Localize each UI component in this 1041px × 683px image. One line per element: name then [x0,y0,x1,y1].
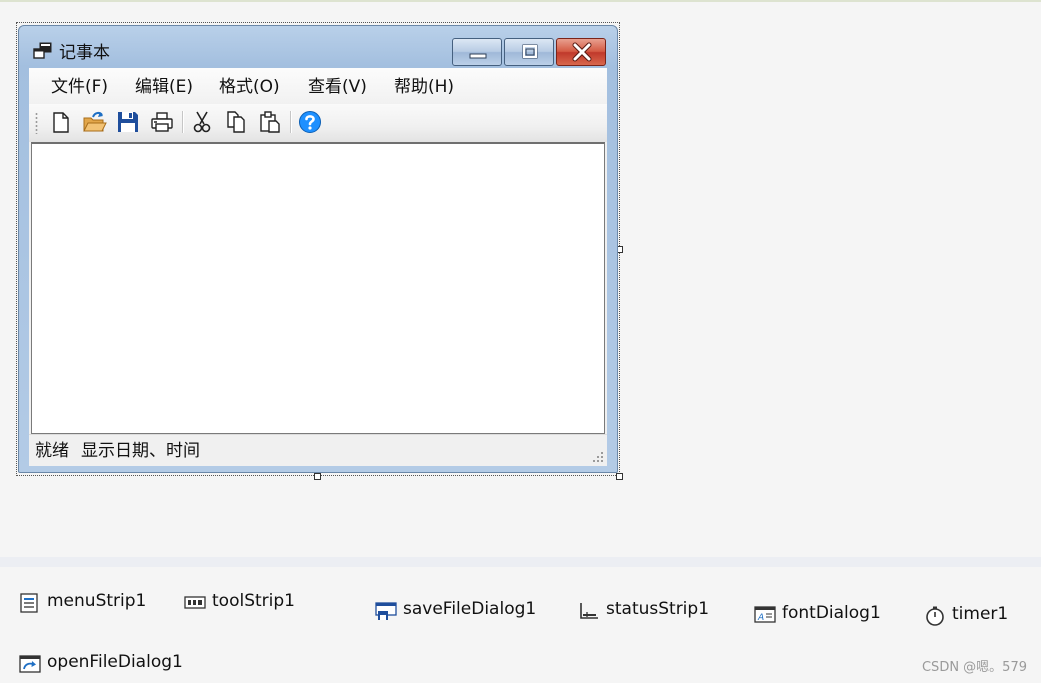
save-icon [118,112,138,132]
maximize-button[interactable] [504,38,554,66]
minimize-button[interactable] [452,38,502,66]
status-strip: 就绪 显示日期、时间 [29,434,607,466]
notepad-text-area[interactable] [31,142,605,434]
savefiledialog-icon [375,602,397,620]
menustrip-icon [20,593,38,613]
toolstrip-icon [184,596,206,609]
cut-button[interactable] [189,109,215,135]
component-label: openFileDialog1 [47,652,183,672]
menu-file[interactable]: 文件(F) [51,77,108,97]
tray-separator [0,557,1041,567]
new-file-button[interactable] [47,109,73,135]
component-label: saveFileDialog1 [403,599,537,619]
statusstrip-icon [580,603,598,619]
tool-strip [29,104,607,142]
paste-button[interactable] [257,109,283,135]
toolstrip-grip[interactable] [35,112,38,134]
save-file-button[interactable] [115,109,141,135]
form-app-icon [33,42,52,59]
timer-icon [926,606,944,626]
open-folder-icon [83,111,107,132]
component-label: menuStrip1 [47,591,147,611]
fontdialog-icon: A [754,606,776,623]
notepad-form-window[interactable]: 记事本 文件(F) 编辑(E) 格式(O) 查看(V) 帮助(H) 就绪 显示日… [18,25,618,473]
resize-handle-bottom[interactable] [314,473,321,480]
print-button[interactable] [149,109,175,135]
openfiledialog-icon [19,655,41,673]
copy-icon [227,111,245,133]
component-label: toolStrip1 [212,591,295,611]
size-grip-icon[interactable] [592,451,604,463]
help-button[interactable] [297,109,323,135]
component-label: fontDialog1 [782,603,881,623]
toolbar-separator [182,111,184,133]
form-client-area: 文件(F) 编辑(E) 格式(O) 查看(V) 帮助(H) 就绪 显示日期、时间 [29,68,607,466]
paste-icon [260,111,280,133]
status-ready-label: 就绪 [35,441,69,461]
menu-help[interactable]: 帮助(H) [394,77,454,97]
close-button[interactable] [556,38,606,66]
close-icon [572,42,592,62]
menu-view[interactable]: 查看(V) [308,77,367,97]
maximize-icon [522,44,538,59]
menu-strip: 文件(F) 编辑(E) 格式(O) 查看(V) 帮助(H) [29,68,607,104]
toolbar-separator [290,111,292,133]
new-file-icon [53,112,69,133]
svg-text:A: A [757,613,764,623]
minimize-icon [469,53,487,59]
menu-edit[interactable]: 编辑(E) [135,77,193,97]
component-label: statusStrip1 [606,599,710,619]
status-datetime-label: 显示日期、时间 [81,441,200,461]
menu-format[interactable]: 格式(O) [219,77,280,97]
component-label: timer1 [952,604,1009,624]
resize-handle-corner[interactable] [616,473,623,480]
form-title: 记事本 [59,43,110,63]
help-icon [299,111,321,133]
form-titlebar[interactable]: 记事本 [19,26,617,68]
open-file-button[interactable] [81,109,107,135]
print-icon [151,112,173,132]
cut-icon [193,111,211,133]
watermark-text: CSDN @嗯。579 [921,660,1027,675]
copy-button[interactable] [223,109,249,135]
